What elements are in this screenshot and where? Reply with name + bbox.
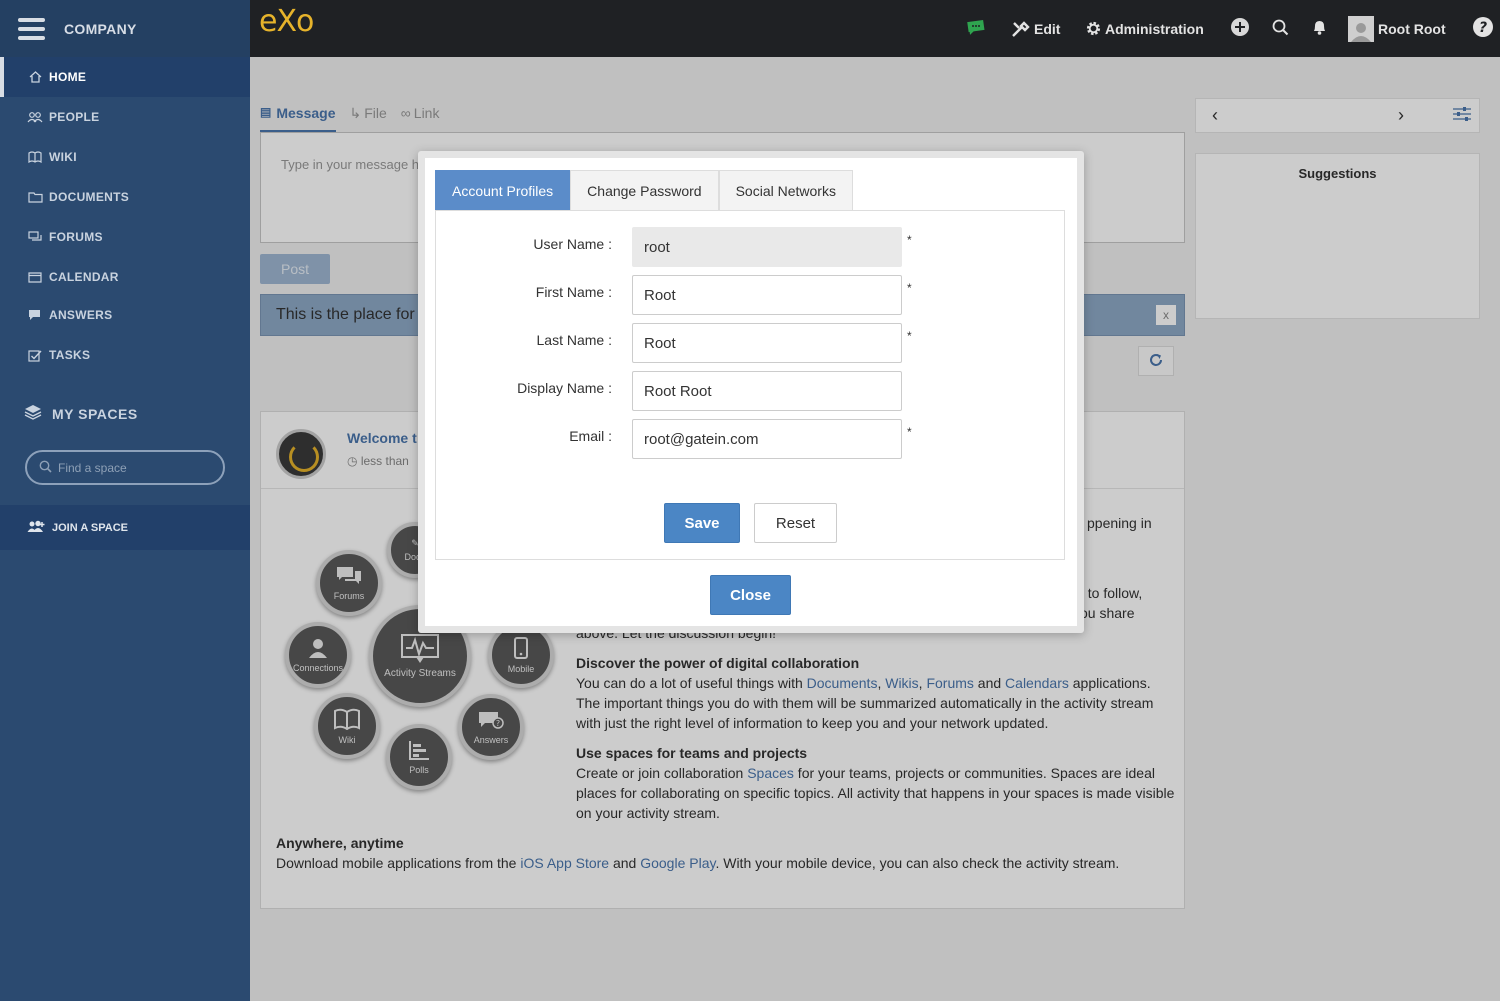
reset-button[interactable]: Reset (754, 503, 837, 543)
left-sidebar: COMPANY HOME PEOPLE WIKI DOCUMENTS FORUM… (0, 0, 250, 1001)
join-space-button[interactable]: JOIN A SPACE (0, 505, 250, 550)
exo-logo[interactable]: eXo (259, 4, 314, 39)
chat-button[interactable] (965, 0, 987, 57)
first-name-field[interactable] (632, 275, 902, 315)
administration-menu[interactable]: Administration (1085, 0, 1204, 57)
close-button[interactable]: Close (710, 575, 791, 615)
my-spaces-label: MY SPACES (52, 405, 138, 422)
display-name-label: Display Name : (517, 380, 612, 396)
sidebar-item-home[interactable]: HOME (0, 57, 250, 97)
sidebar-item-label: PEOPLE (49, 110, 100, 124)
stack-icon (24, 404, 42, 423)
join-group-icon (27, 520, 46, 536)
required-marker: * (907, 281, 912, 295)
required-marker: * (907, 425, 912, 439)
save-label: Save (684, 514, 720, 532)
calendar-icon (27, 270, 43, 284)
tab-label: Account Profiles (452, 183, 554, 199)
sidebar-item-label: FORUMS (49, 230, 103, 244)
form-row-email: Email : * (436, 419, 1066, 459)
save-button[interactable]: Save (664, 503, 740, 543)
first-name-label: First Name : (535, 284, 612, 300)
logo-o: o (296, 4, 314, 39)
sidebar-item-wiki[interactable]: WIKI (0, 137, 250, 177)
email-field[interactable] (632, 419, 902, 459)
form-row-first-name: First Name : * (436, 275, 1066, 315)
notifications-button[interactable] (1311, 0, 1328, 57)
last-name-field[interactable] (632, 323, 902, 363)
logo-x: X (276, 4, 297, 39)
reset-label: Reset (775, 514, 816, 532)
sidebar-item-label: HOME (49, 70, 87, 84)
sidebar-item-label: ANSWERS (49, 308, 113, 322)
my-spaces-heading: MY SPACES (24, 404, 138, 423)
company-label[interactable]: COMPANY (64, 21, 137, 37)
sidebar-item-label: TASKS (49, 348, 91, 362)
sidebar-item-label: WIKI (49, 150, 77, 164)
profile-tabs: Account Profiles Change Password Social … (435, 170, 853, 211)
search-icon (39, 460, 52, 476)
tab-account-profiles[interactable]: Account Profiles (435, 170, 571, 211)
add-button[interactable] (1230, 0, 1250, 57)
email-label: Email : (569, 428, 612, 444)
find-space-box[interactable] (25, 450, 225, 485)
last-name-label: Last Name : (536, 332, 612, 348)
bell-icon (1311, 18, 1328, 39)
display-name-field[interactable] (632, 371, 902, 411)
profile-form: User Name : * First Name : * Last Name :… (435, 210, 1065, 560)
join-space-label: JOIN A SPACE (52, 521, 128, 534)
required-marker: * (907, 329, 912, 343)
help-icon: ? (1472, 16, 1494, 41)
folder-icon (27, 190, 43, 204)
account-profile-dialog: Account Profiles Change Password Social … (418, 151, 1084, 633)
edit-menu[interactable]: Edit (1011, 0, 1060, 57)
username-label: User Name : (533, 236, 612, 252)
form-row-username: User Name : * (436, 227, 1066, 267)
edit-label: Edit (1034, 20, 1061, 37)
find-space-input[interactable] (58, 460, 208, 475)
tools-icon (1011, 20, 1031, 38)
plus-circle-icon (1230, 17, 1250, 40)
form-row-last-name: Last Name : * (436, 323, 1066, 363)
close-label: Close (730, 586, 771, 604)
tab-change-password[interactable]: Change Password (570, 170, 719, 211)
tab-label: Change Password (587, 183, 702, 199)
home-icon (27, 70, 43, 84)
form-row-display-name: Display Name : (436, 371, 1066, 411)
avatar (1348, 15, 1374, 42)
svg-text:?: ? (1479, 20, 1487, 36)
sidebar-item-calendar[interactable]: CALENDAR (0, 257, 250, 297)
help-button[interactable]: ? (1472, 0, 1494, 57)
sidebar-header: COMPANY (0, 0, 250, 57)
sidebar-item-forums[interactable]: FORUMS (0, 217, 250, 257)
user-menu[interactable]: Root Root (1348, 0, 1446, 57)
tab-social-networks[interactable]: Social Networks (718, 170, 853, 211)
tab-label: Social Networks (735, 183, 836, 199)
sidebar-item-label: CALENDAR (49, 270, 119, 284)
sidebar-item-label: DOCUMENTS (49, 190, 130, 204)
logo-e: e (259, 4, 277, 39)
tasks-icon (27, 348, 43, 362)
answers-icon (27, 308, 43, 322)
forums-icon (27, 230, 43, 244)
sidebar-item-answers[interactable]: ANSWERS (0, 295, 250, 335)
chat-icon (965, 18, 987, 39)
wiki-icon (27, 150, 43, 164)
search-button[interactable] (1272, 0, 1289, 57)
people-icon (27, 110, 43, 124)
top-navigation-bar: eXo Edit Administration Root Root ? (250, 0, 1500, 57)
sidebar-item-people[interactable]: PEOPLE (0, 97, 250, 137)
sidebar-item-tasks[interactable]: TASKS (0, 335, 250, 375)
administration-label: Administration (1105, 20, 1204, 37)
search-icon (1272, 19, 1289, 39)
gear-icon (1085, 20, 1102, 37)
user-name: Root Root (1378, 20, 1446, 37)
hamburger-menu-icon[interactable] (18, 17, 45, 40)
required-marker: * (907, 233, 912, 247)
username-field[interactable] (632, 227, 902, 267)
sidebar-item-documents[interactable]: DOCUMENTS (0, 177, 250, 217)
